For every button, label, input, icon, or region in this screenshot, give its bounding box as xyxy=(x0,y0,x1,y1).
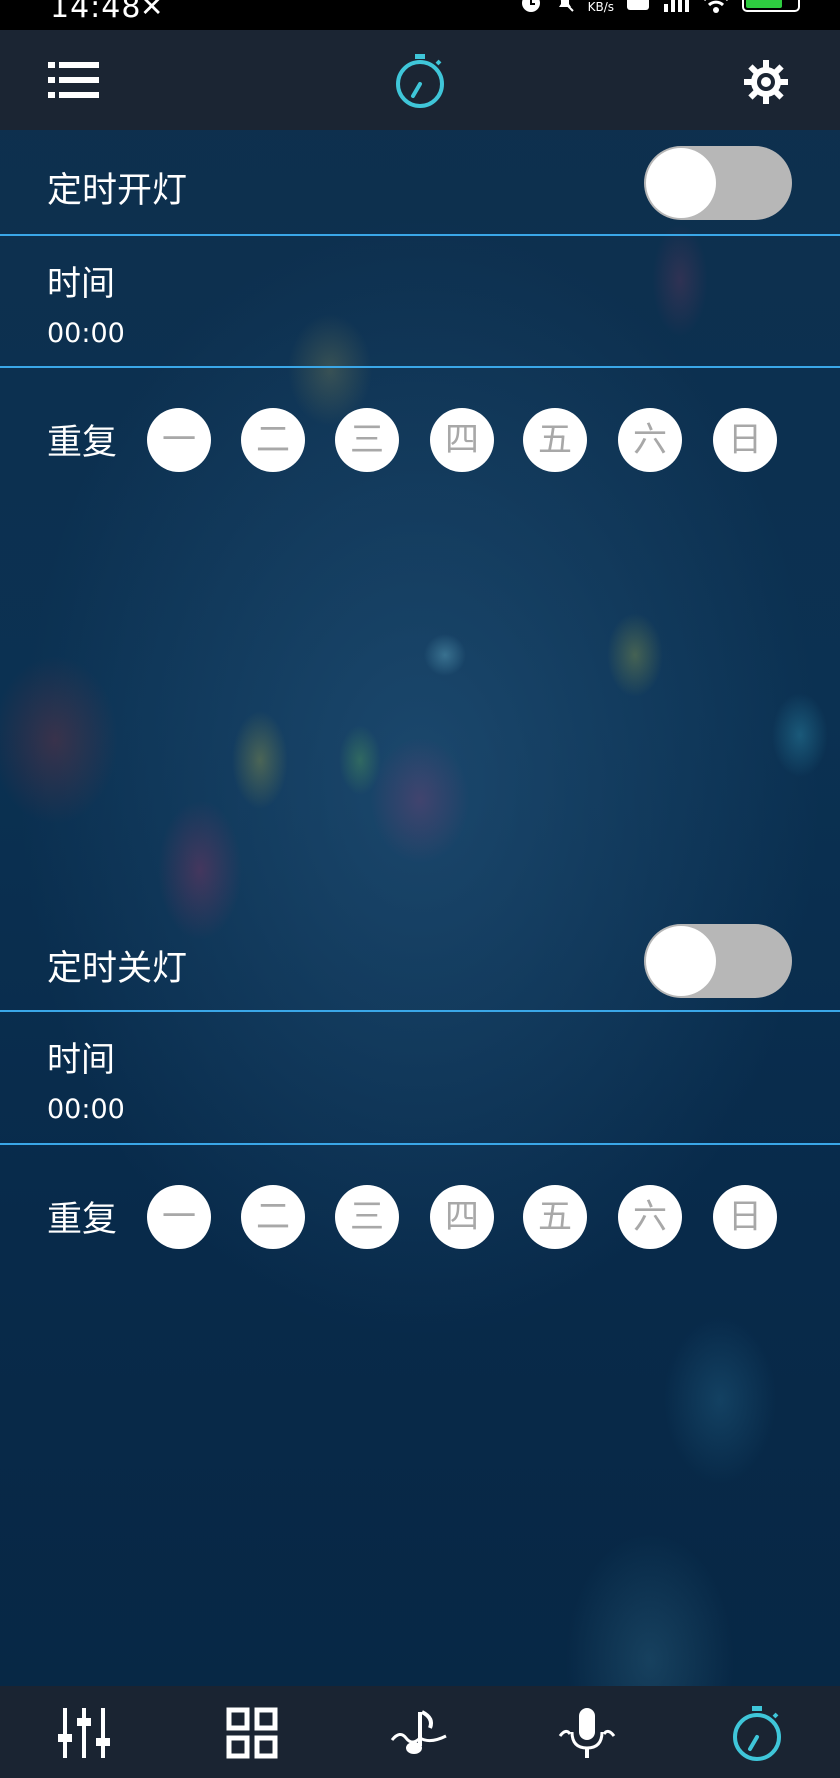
timer-off-time-row[interactable]: 时间 00:00 xyxy=(0,1012,840,1142)
timer-on-row: 定时开灯 xyxy=(0,130,840,236)
day-sat[interactable]: 六 xyxy=(618,408,682,472)
time-value: 00:00 xyxy=(47,1094,125,1125)
day-fri[interactable]: 五 xyxy=(523,1185,587,1249)
signal-icon xyxy=(662,0,690,16)
timer-off-toggle[interactable] xyxy=(644,924,792,998)
toggle-knob xyxy=(646,926,716,996)
timer-on-toggle[interactable] xyxy=(644,146,792,220)
day-wed[interactable]: 三 xyxy=(335,408,399,472)
time-label: 时间 xyxy=(47,264,115,304)
day-sun[interactable]: 日 xyxy=(713,408,777,472)
timer-on-time-row[interactable]: 时间 00:00 xyxy=(0,236,840,366)
day-wed[interactable]: 三 xyxy=(335,1185,399,1249)
hd-icon xyxy=(626,0,650,16)
repeat-label: 重复 xyxy=(47,1200,118,1240)
repeat-label: 重复 xyxy=(47,423,118,463)
time-value: 00:00 xyxy=(47,318,125,349)
day-mon[interactable]: 一 xyxy=(147,408,211,472)
day-sun[interactable]: 日 xyxy=(713,1185,777,1249)
day-sat[interactable]: 六 xyxy=(618,1185,682,1249)
app-header xyxy=(0,30,840,130)
wifi-icon xyxy=(702,0,730,18)
day-tue[interactable]: 二 xyxy=(241,408,305,472)
day-thu[interactable]: 四 xyxy=(430,1185,494,1249)
toggle-knob xyxy=(646,148,716,218)
stopwatch-icon[interactable] xyxy=(728,1704,786,1762)
close-x-icon: ✕ xyxy=(140,0,164,23)
music-note-wave-icon[interactable] xyxy=(390,1704,448,1762)
network-speed: KB/s xyxy=(587,0,614,14)
battery-icon xyxy=(742,0,800,12)
timer-off-repeat-row: 重复 一 二 三 四 五 六 日 xyxy=(0,1145,840,1295)
grid-icon[interactable] xyxy=(223,1704,281,1762)
microphone-icon[interactable] xyxy=(558,1704,616,1762)
alarm-icon xyxy=(520,0,542,18)
bottom-nav xyxy=(0,1686,840,1778)
time-label: 时间 xyxy=(47,1040,115,1080)
timer-on-label: 定时开灯 xyxy=(47,171,188,211)
status-icons: KB/s xyxy=(520,0,800,16)
day-mon[interactable]: 一 xyxy=(147,1185,211,1249)
status-time: 14:48 xyxy=(50,0,142,25)
timer-off-row: 定时关灯 xyxy=(0,908,840,1014)
day-thu[interactable]: 四 xyxy=(430,408,494,472)
day-fri[interactable]: 五 xyxy=(523,408,587,472)
status-bar: 14:48 ✕ KB/s xyxy=(0,0,840,30)
menu-list-icon[interactable] xyxy=(48,60,100,100)
gear-icon[interactable] xyxy=(744,60,788,104)
mute-bell-icon xyxy=(554,0,576,18)
timer-on-repeat-row: 重复 一 二 三 四 五 六 日 xyxy=(0,368,840,518)
stopwatch-icon xyxy=(393,52,447,110)
day-tue[interactable]: 二 xyxy=(241,1185,305,1249)
equalizer-sliders-icon[interactable] xyxy=(55,1704,113,1762)
timer-off-label: 定时关灯 xyxy=(47,949,188,989)
